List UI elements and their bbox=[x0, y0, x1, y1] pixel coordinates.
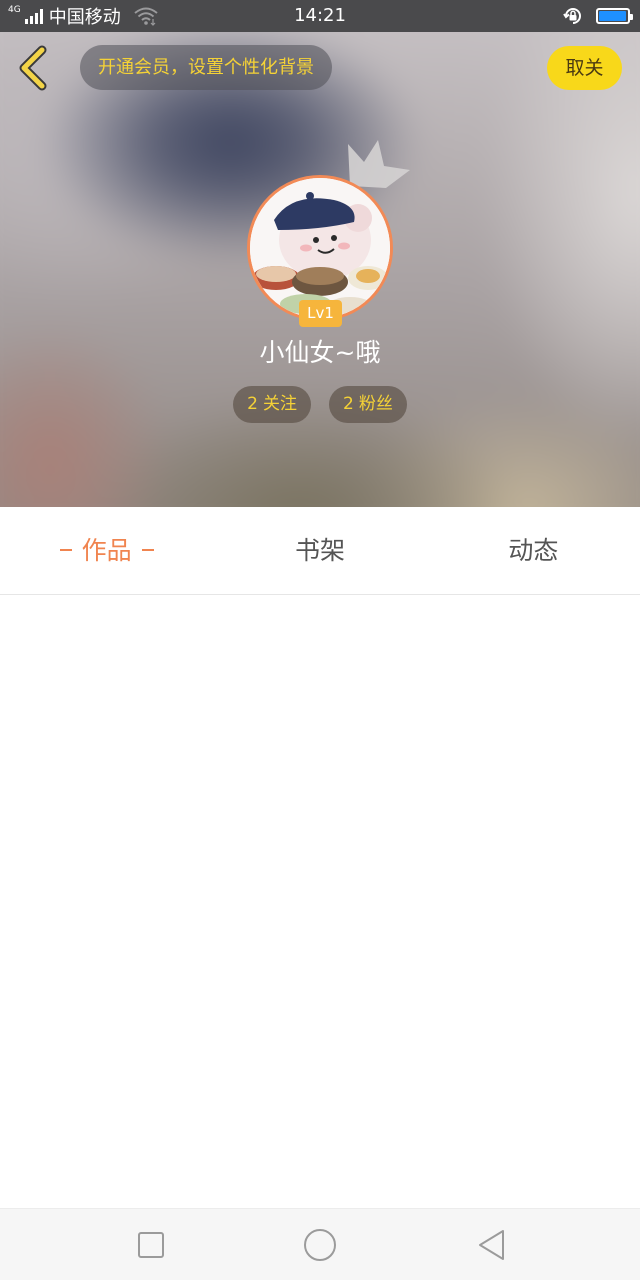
system-navigation-bar bbox=[0, 1208, 640, 1280]
following-label: 关注 bbox=[263, 394, 297, 414]
vip-upgrade-banner[interactable]: 开通会员，设置个性化背景 bbox=[80, 45, 332, 90]
following-count-button[interactable]: 2 关注 bbox=[233, 386, 311, 423]
battery-fill bbox=[599, 11, 626, 21]
tab-bookshelf[interactable]: 书架 bbox=[213, 507, 426, 594]
user-nickname: 小仙女~哦 bbox=[259, 338, 381, 367]
battery-icon bbox=[596, 8, 633, 24]
tab-bookshelf-label: 书架 bbox=[294, 536, 345, 565]
clock: 14:21 bbox=[294, 5, 346, 26]
unfollow-button[interactable]: 取关 bbox=[547, 46, 622, 90]
status-bar: 4G 中国移动 14:21 bbox=[0, 0, 640, 32]
tab-indicator-right bbox=[141, 549, 154, 551]
avatar-illustration bbox=[250, 178, 390, 318]
back-triangle-icon[interactable] bbox=[475, 1227, 511, 1263]
tab-activity-label: 动态 bbox=[508, 536, 559, 565]
profile-screen: 4G 中国移动 14:21 开通会员，设置个性化背景 取关 Lv1 小仙女~哦 … bbox=[0, 0, 640, 1280]
follow-stats: 2 关注 2 粉丝 bbox=[0, 386, 640, 423]
following-count: 2 bbox=[247, 394, 258, 414]
chevron-left-icon bbox=[19, 45, 47, 91]
followers-count: 2 bbox=[343, 394, 354, 414]
recents-square-icon[interactable] bbox=[133, 1227, 169, 1263]
tab-works[interactable]: 作品 bbox=[0, 507, 213, 594]
tab-content-area bbox=[0, 595, 640, 1208]
followers-label: 粉丝 bbox=[358, 394, 393, 414]
profile-tabs: 作品 书架 动态 bbox=[0, 507, 640, 595]
tab-indicator-left bbox=[59, 549, 72, 551]
status-right bbox=[562, 0, 633, 32]
back-button[interactable] bbox=[14, 44, 54, 92]
tab-activity[interactable]: 动态 bbox=[427, 507, 640, 594]
profile-header: 开通会员，设置个性化背景 取关 Lv1 小仙女~哦 2 关注 2 粉丝 bbox=[0, 32, 640, 507]
rotation-lock-icon bbox=[563, 8, 581, 24]
followers-count-button[interactable]: 2 粉丝 bbox=[329, 386, 407, 423]
home-circle-icon[interactable] bbox=[302, 1227, 338, 1263]
tab-works-label: 作品 bbox=[81, 536, 132, 565]
level-badge: Lv1 bbox=[299, 300, 342, 327]
